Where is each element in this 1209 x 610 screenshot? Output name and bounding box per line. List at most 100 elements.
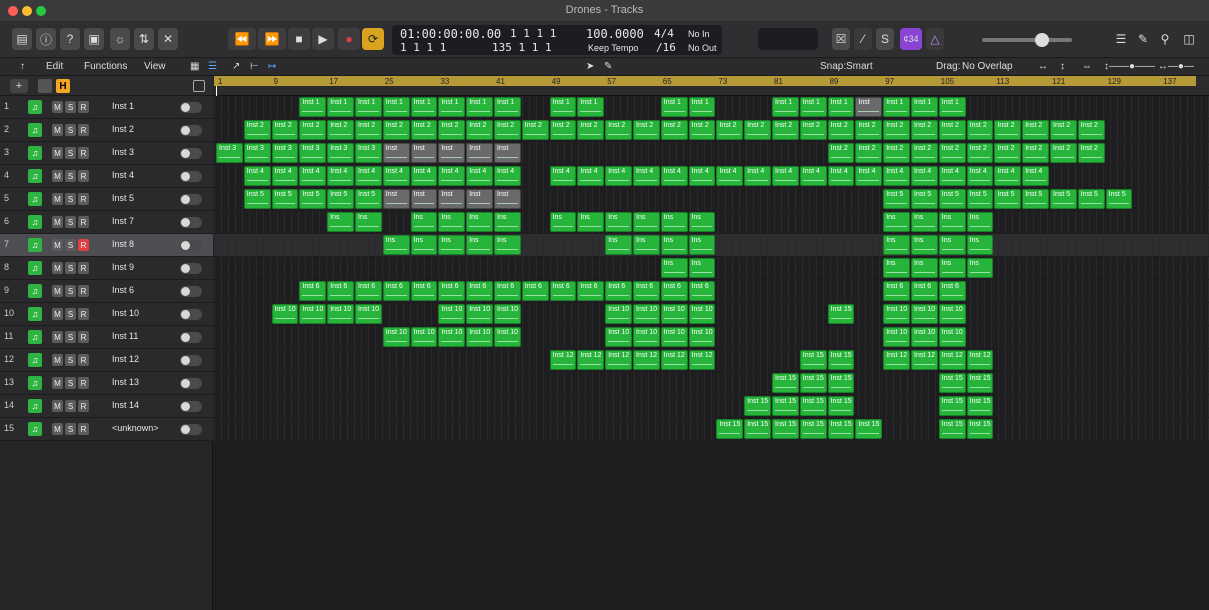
solo-button[interactable]: S xyxy=(65,262,76,274)
region[interactable]: Inst 15 xyxy=(799,373,827,393)
track-header[interactable]: 2 ♫ M S R Inst 2 xyxy=(0,119,213,142)
region[interactable]: Ins xyxy=(466,212,493,232)
region[interactable]: Ins xyxy=(549,212,577,232)
region[interactable]: Inst 15 xyxy=(827,304,855,324)
region[interactable]: Inst xyxy=(410,143,438,163)
region[interactable]: Inst 1 xyxy=(410,97,438,117)
hide-button[interactable]: H xyxy=(56,79,70,93)
region[interactable]: Inst 2 xyxy=(382,120,410,140)
region[interactable]: Ins xyxy=(466,235,493,255)
region[interactable]: Inst 15 xyxy=(716,419,744,439)
region[interactable]: Inst 10 xyxy=(911,327,938,347)
region[interactable]: Inst 15 xyxy=(772,419,799,439)
region[interactable]: Inst 4 xyxy=(827,166,855,186)
region[interactable]: Inst 4 xyxy=(966,166,994,186)
region[interactable]: Inst 15 xyxy=(799,350,827,370)
region[interactable]: Inst 4 xyxy=(243,166,271,186)
instrument-icon[interactable]: ♫ xyxy=(28,376,42,390)
instrument-icon[interactable]: ♫ xyxy=(28,284,42,298)
region[interactable]: Inst 4 xyxy=(327,166,354,186)
vertical-zoom-icon[interactable]: ↕ xyxy=(1060,61,1065,72)
region[interactable]: Inst 5 xyxy=(271,189,299,209)
region[interactable]: Inst 1 xyxy=(772,97,799,117)
play-icon[interactable]: ▶ xyxy=(312,28,334,50)
region[interactable]: Inst 10 xyxy=(911,304,938,324)
region[interactable]: Inst 2 xyxy=(883,120,910,140)
region[interactable]: Inst 6 xyxy=(577,281,605,301)
track-header[interactable]: 8 ♫ M S R Inst 9 xyxy=(0,257,213,280)
region[interactable]: Ins xyxy=(633,235,660,255)
region[interactable]: Inst 10 xyxy=(660,327,688,347)
track-on-off-toggle[interactable] xyxy=(180,309,202,320)
edit-menu[interactable]: Edit xyxy=(46,61,63,72)
rewind-icon[interactable]: ⏪ xyxy=(228,28,256,50)
region[interactable]: Ins xyxy=(688,258,716,278)
region[interactable]: Inst 6 xyxy=(355,281,382,301)
record-enable-button[interactable]: R xyxy=(78,170,89,182)
record-icon[interactable]: ● xyxy=(338,28,360,50)
region[interactable]: Inst 5 xyxy=(911,189,938,209)
region[interactable]: Inst 5 xyxy=(1050,189,1077,209)
solo-button[interactable]: S xyxy=(65,308,76,320)
instrument-icon[interactable]: ♫ xyxy=(28,261,42,275)
region[interactable]: Ins xyxy=(938,212,966,232)
region[interactable]: Inst 12 xyxy=(883,350,910,370)
solo-icon[interactable]: S xyxy=(876,28,894,50)
region[interactable]: Inst 4 xyxy=(744,166,771,186)
region[interactable]: Inst 1 xyxy=(688,97,716,117)
region[interactable]: Inst 2 xyxy=(271,120,299,140)
region[interactable]: Inst xyxy=(382,189,410,209)
master-volume-knob[interactable] xyxy=(1035,33,1049,47)
region[interactable]: Inst 5 xyxy=(966,189,994,209)
region[interactable]: Ins xyxy=(883,235,910,255)
global-tracks-icon[interactable] xyxy=(193,80,205,92)
track-name[interactable]: Inst 14 xyxy=(112,400,139,410)
region[interactable]: Inst 10 xyxy=(660,304,688,324)
region[interactable]: Inst 15 xyxy=(966,396,994,416)
region[interactable]: Inst 10 xyxy=(355,304,382,324)
track-header[interactable]: 12 ♫ M S R Inst 12 xyxy=(0,349,213,372)
region[interactable]: Inst 4 xyxy=(660,166,688,186)
record-enable-button[interactable]: R xyxy=(78,239,89,251)
region[interactable]: Inst 4 xyxy=(799,166,827,186)
playhead[interactable] xyxy=(216,86,217,96)
track-on-off-toggle[interactable] xyxy=(180,401,202,412)
region[interactable]: Inst 3 xyxy=(216,143,243,163)
region[interactable]: Inst 10 xyxy=(494,304,521,324)
region[interactable]: Inst 2 xyxy=(605,120,632,140)
region[interactable]: Ins xyxy=(911,212,938,232)
track-name[interactable]: Inst 13 xyxy=(112,377,139,387)
region[interactable]: Inst 1 xyxy=(327,97,354,117)
region[interactable]: Inst 5 xyxy=(994,189,1022,209)
track-on-off-toggle[interactable] xyxy=(180,240,202,251)
region[interactable]: Inst 15 xyxy=(827,396,855,416)
region[interactable]: Inst 2 xyxy=(827,120,855,140)
smart-controls-icon[interactable]: ☼ xyxy=(110,28,130,50)
instrument-icon[interactable]: ♫ xyxy=(28,169,42,183)
region[interactable]: Inst 12 xyxy=(633,350,660,370)
inspector-icon[interactable]: ⓘ xyxy=(36,28,56,50)
track-name[interactable]: Inst 10 xyxy=(112,308,139,318)
region[interactable]: Inst 6 xyxy=(521,281,549,301)
track-on-off-toggle[interactable] xyxy=(180,148,202,159)
arrange-area[interactable]: 1 9 17 25 33 41 49 57 65 73 81 89 97 105 113 121 129 137 … xyxy=(214,76,1209,610)
region[interactable]: Inst 12 xyxy=(549,350,577,370)
solo-button[interactable]: S xyxy=(65,331,76,343)
region[interactable]: Inst 2 xyxy=(327,120,354,140)
region[interactable]: Inst 4 xyxy=(299,166,327,186)
mute-button[interactable]: M xyxy=(52,124,63,136)
folder-icon[interactable] xyxy=(38,79,52,93)
region[interactable]: Inst 2 xyxy=(355,120,382,140)
region[interactable]: Inst 5 xyxy=(327,189,354,209)
region[interactable]: Inst 2 xyxy=(799,120,827,140)
region[interactable]: Inst 6 xyxy=(549,281,577,301)
instrument-icon[interactable]: ♫ xyxy=(28,353,42,367)
track-header[interactable]: 13 ♫ M S R Inst 13 xyxy=(0,372,213,395)
region[interactable]: Inst 1 xyxy=(494,97,521,117)
region[interactable]: Inst 1 xyxy=(911,97,938,117)
region[interactable]: Inst 2 xyxy=(855,120,883,140)
region[interactable]: Inst 4 xyxy=(883,166,910,186)
region[interactable]: Inst 1 xyxy=(660,97,688,117)
region[interactable]: Inst xyxy=(410,189,438,209)
region[interactable]: Ins xyxy=(688,235,716,255)
